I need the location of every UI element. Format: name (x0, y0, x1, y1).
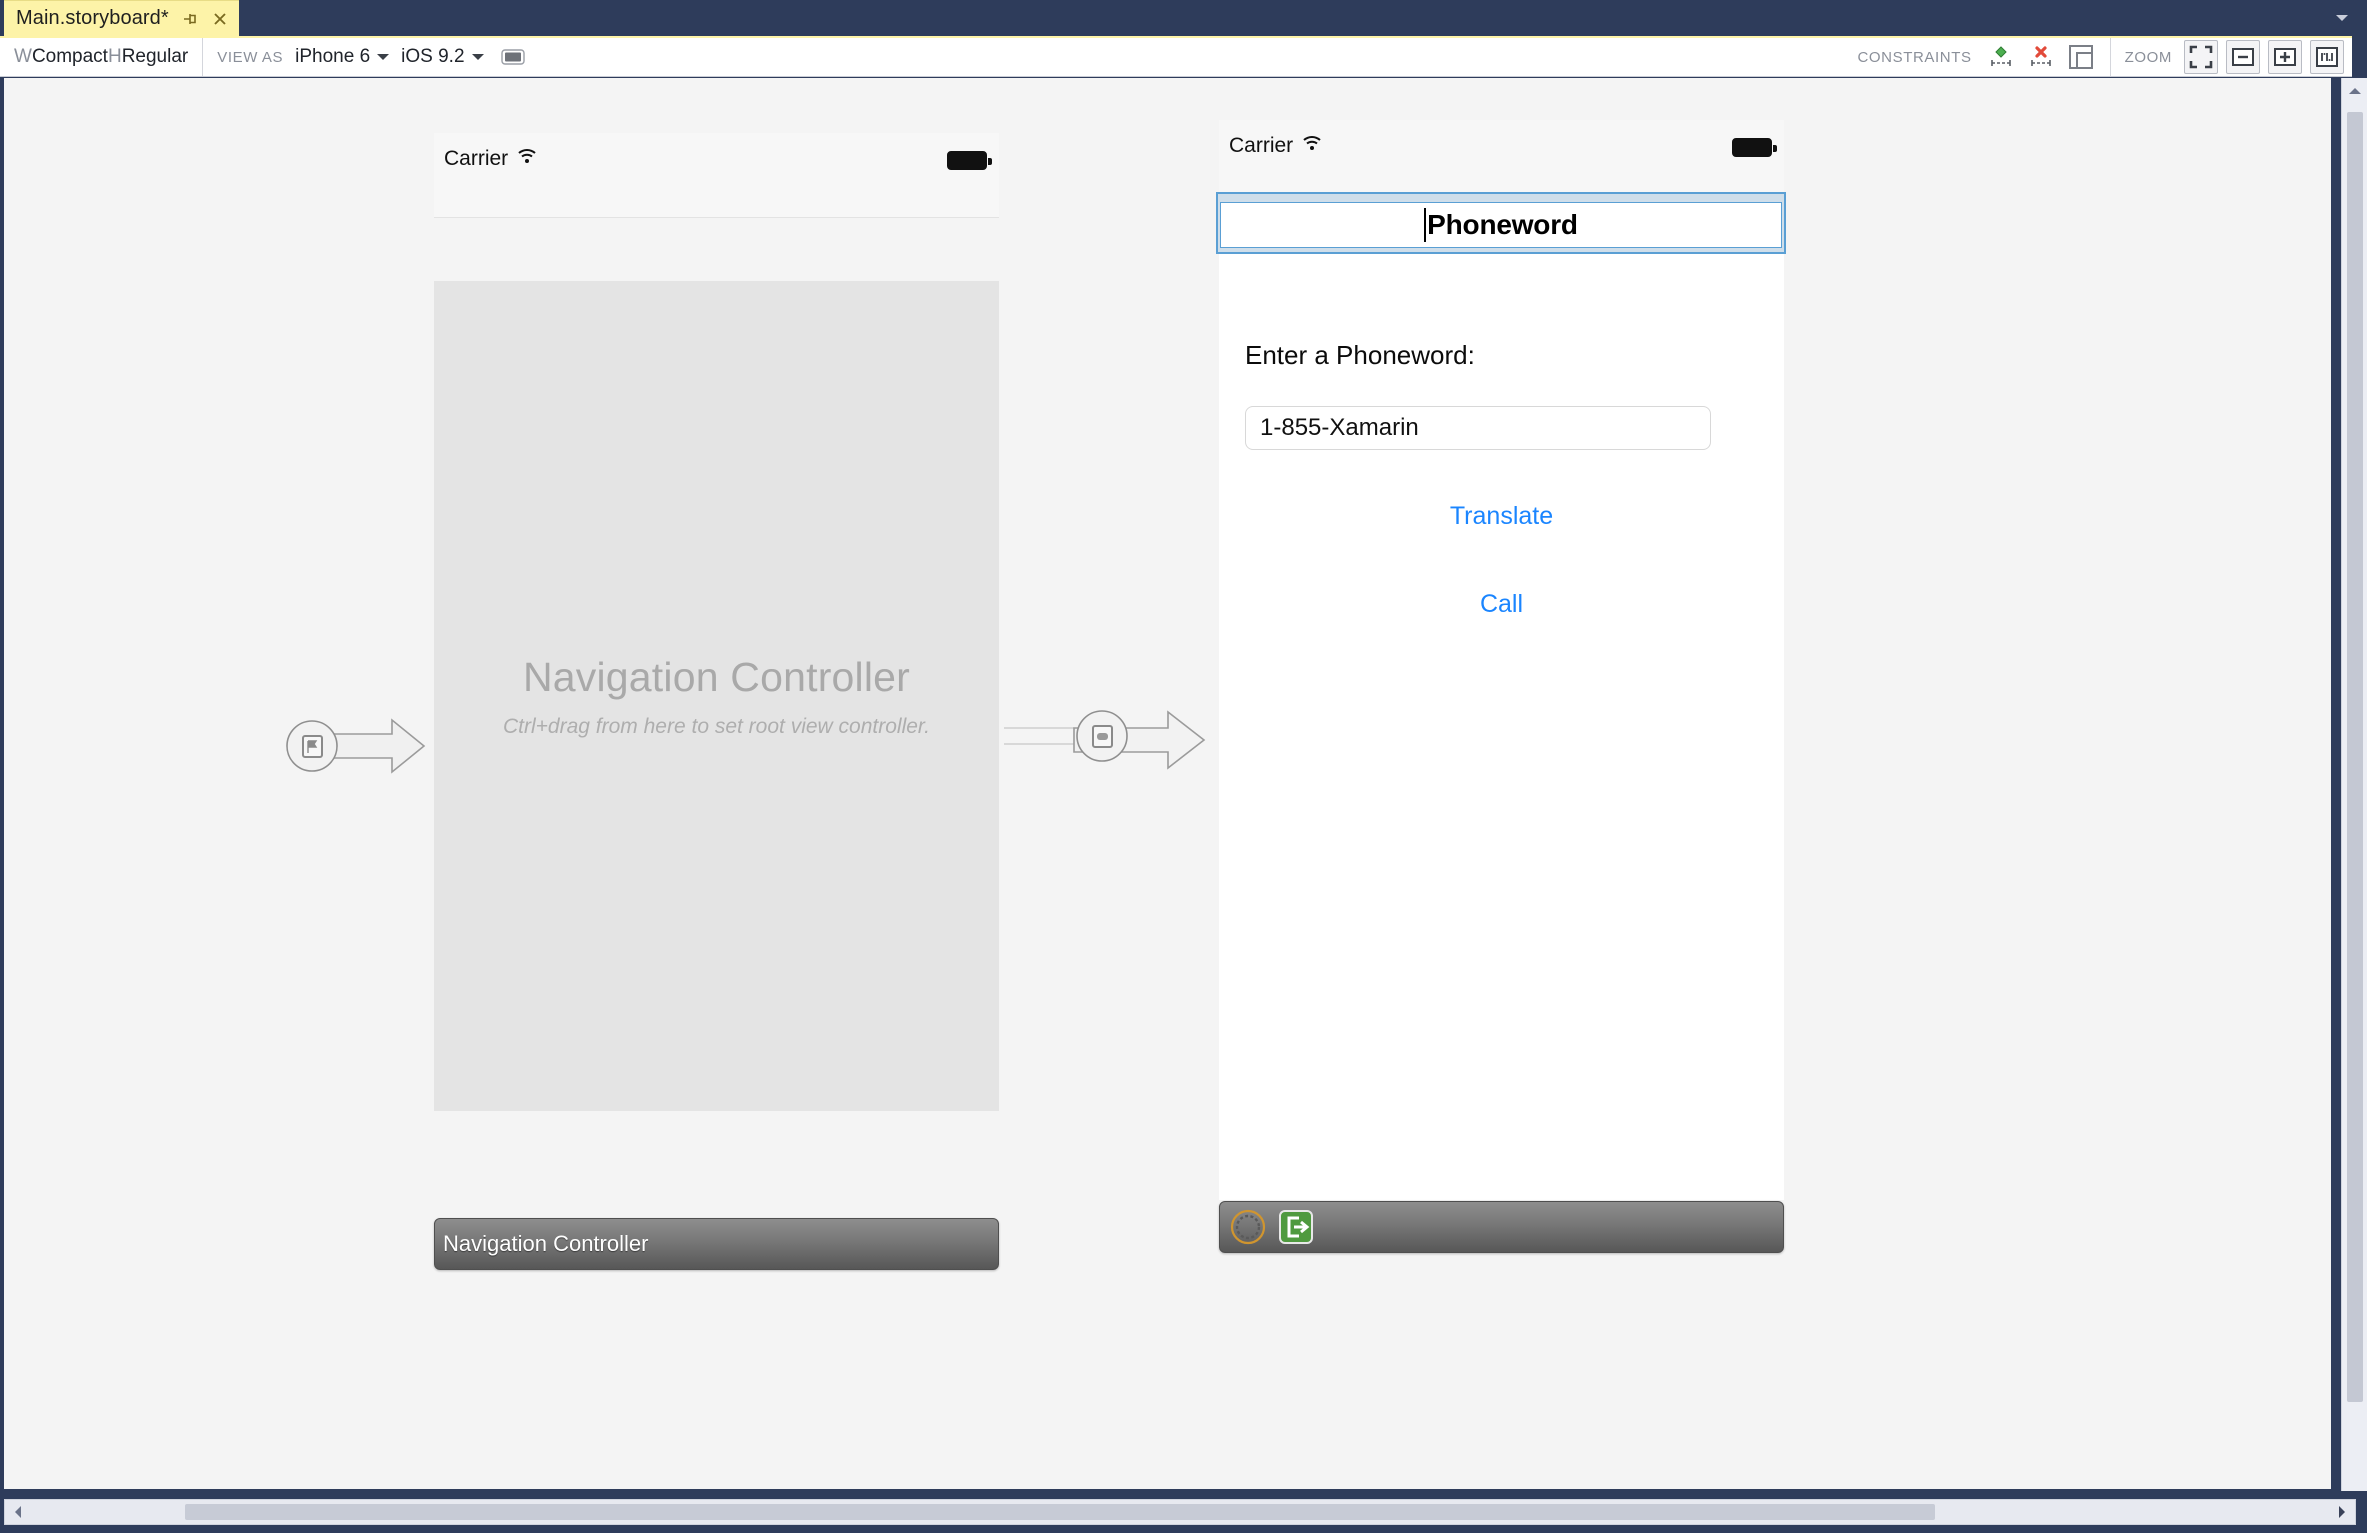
wifi-icon (1301, 134, 1323, 158)
scene-dock-phoneword[interactable] (1219, 1201, 1784, 1253)
device-selector-value: iPhone 6 (295, 46, 371, 67)
navigation-bar-title-editor[interactable]: Phoneword (1220, 202, 1782, 248)
zoom-to-fit-icon[interactable] (2184, 40, 2218, 74)
root-view-controller-relationship[interactable] (1004, 686, 1224, 791)
wifi-icon (516, 147, 538, 171)
size-class-w-prefix: W (14, 46, 32, 67)
orientation-landscape-icon[interactable] (496, 44, 530, 70)
horizontal-scrollbar[interactable] (4, 1499, 2356, 1525)
os-version-selector[interactable]: iOS 9.2 (401, 46, 484, 68)
dock-label: Navigation Controller (443, 1231, 649, 1256)
scene-dock-navigation-controller[interactable]: Navigation Controller (434, 1218, 999, 1270)
constraints-label: CONSTRAINTS (1857, 48, 1972, 66)
toolbar-left-group: W Compact H Regular VIEW AS iPhone 6 iOS 9… (0, 38, 544, 76)
battery-icon (1732, 138, 1777, 157)
battery-icon (947, 151, 992, 170)
vertical-scrollbar-thumb[interactable] (2347, 112, 2363, 1402)
view-as-label: VIEW AS (217, 48, 284, 66)
navigation-bar-title: Phoneword (1427, 209, 1578, 240)
toolbar-right-group: CONSTRAINTS ZOOM (1847, 38, 2352, 76)
vertical-scrollbar[interactable] (2341, 78, 2367, 1491)
scene-navigation-controller[interactable]: Carrier Navigation Controller Ctrl+drag … (434, 133, 999, 1263)
size-class-selector[interactable]: W Compact H Regular (0, 38, 204, 76)
zoom-actual-size-icon[interactable] (2310, 40, 2344, 74)
chevron-down-icon[interactable] (2329, 8, 2355, 28)
navigation-bar-selected[interactable]: Phoneword (1216, 192, 1786, 254)
scroll-up-icon[interactable] (2342, 78, 2367, 104)
designer-toolbar: W Compact H Regular VIEW AS iPhone 6 iOS 9… (0, 36, 2352, 77)
storyboard-entry-point[interactable] (282, 696, 432, 801)
close-icon[interactable] (211, 10, 229, 28)
tab-label: Main.storyboard* (16, 7, 169, 29)
horizontal-scrollbar-thumb[interactable] (185, 1504, 1935, 1520)
navigation-controller-hint: Ctrl+drag from here to set root view con… (503, 714, 930, 738)
scroll-left-icon[interactable] (5, 1500, 31, 1524)
translate-button[interactable]: Translate (1219, 502, 1784, 531)
scroll-right-icon[interactable] (2329, 1500, 2355, 1524)
carrier-label: Carrier (444, 147, 509, 170)
storyboard-designer-window: Main.storyboard* W Compact H Regular VIE… (0, 0, 2367, 1533)
chevron-down-icon (377, 54, 390, 60)
add-constraint-icon[interactable] (1984, 40, 2018, 74)
remove-constraint-icon[interactable] (2024, 40, 2058, 74)
zoom-out-icon[interactable] (2226, 40, 2260, 74)
size-class-h-value: Regular (121, 46, 189, 67)
carrier-label: Carrier (1229, 134, 1294, 157)
navigation-controller-placeholder: Navigation Controller Ctrl+drag from her… (434, 281, 999, 1111)
phoneword-view: Enter a Phoneword: 1-855-Xamarin Transla… (1219, 260, 1784, 1140)
phoneword-text-field[interactable]: 1-855-Xamarin (1245, 406, 1711, 450)
scene-phoneword[interactable]: Carrier Phoneword Enter a Phoneword: 1-8… (1216, 120, 1786, 1200)
flag-icon (302, 735, 323, 758)
zoom-group: ZOOM (2111, 38, 2352, 76)
constraints-group: CONSTRAINTS (1847, 38, 2111, 76)
zoom-in-icon[interactable] (2268, 40, 2302, 74)
os-version-value: iOS 9.2 (401, 46, 465, 67)
status-bar-carrier: Carrier (444, 147, 538, 171)
status-bar-carrier: Carrier (1229, 134, 1323, 158)
view-as-group: VIEW AS iPhone 6 iOS 9.2 (203, 38, 543, 76)
text-cursor (1424, 208, 1427, 242)
ios-status-bar: Carrier (434, 133, 999, 218)
phoneword-prompt-label: Enter a Phoneword: (1245, 340, 1475, 370)
tab-main-storyboard[interactable]: Main.storyboard* (4, 0, 239, 36)
pin-icon[interactable] (181, 10, 199, 28)
document-tab-strip: Main.storyboard* (0, 0, 2367, 36)
size-class-h-prefix: H (107, 46, 122, 67)
device-selector[interactable]: iPhone 6 (295, 46, 390, 68)
chevron-down-icon (471, 54, 484, 60)
view-controller-dock-icon[interactable] (1228, 1207, 1268, 1247)
navigation-controller-title: Navigation Controller (522, 653, 911, 700)
exit-segue-icon[interactable] (1276, 1207, 1316, 1247)
update-frames-icon[interactable] (2064, 40, 2098, 74)
zoom-label: ZOOM (2124, 48, 2172, 66)
size-class-w-value: Compact (31, 46, 108, 67)
view-controller-icon (1092, 725, 1113, 748)
storyboard-canvas[interactable]: Carrier Navigation Controller Ctrl+drag … (4, 78, 2331, 1489)
call-button[interactable]: Call (1219, 590, 1784, 619)
